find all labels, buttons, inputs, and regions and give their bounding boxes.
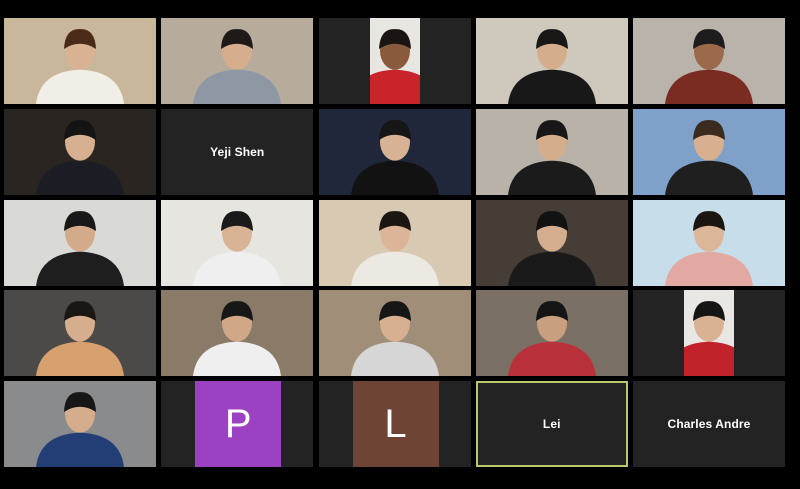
video-feed: [4, 290, 156, 377]
video-feed: [369, 18, 420, 104]
video-feed: [161, 18, 314, 104]
participant-tile[interactable]: L: [318, 381, 471, 467]
participant-tile[interactable]: [633, 290, 785, 377]
video-feed: [161, 290, 314, 377]
participant-name: Lei: [542, 417, 561, 431]
participant-tile[interactable]: [318, 290, 471, 377]
video-feed: [633, 18, 785, 104]
participant-tile[interactable]: [475, 199, 628, 286]
participant-tile[interactable]: [161, 290, 314, 377]
video-feed: [161, 199, 314, 286]
participant-tile[interactable]: [475, 108, 628, 195]
video-feed: [475, 18, 628, 104]
video-feed: [4, 199, 156, 286]
participant-tile[interactable]: [4, 18, 156, 104]
participant-tile[interactable]: [4, 290, 156, 377]
participant-tile[interactable]: [633, 199, 785, 286]
video-feed: [4, 18, 156, 104]
participant-tile[interactable]: [633, 18, 785, 104]
portrait-video-box: [369, 18, 420, 104]
participant-name: Charles Andre: [667, 417, 751, 431]
video-feed: [475, 108, 628, 195]
participant-tile[interactable]: Charles Andre: [633, 381, 785, 467]
gallery-view: Yeji Shen P L Lei Charles Andre: [4, 18, 785, 467]
participant-tile[interactable]: [4, 381, 156, 467]
video-feed: [475, 290, 628, 377]
participant-tile[interactable]: [318, 18, 471, 104]
video-feed: [4, 108, 156, 195]
video-feed: [318, 199, 471, 286]
participant-tile[interactable]: P: [161, 381, 314, 467]
video-feed: [633, 108, 785, 195]
participant-name: Yeji Shen: [210, 144, 265, 159]
video-feed: [633, 199, 785, 286]
participant-tile[interactable]: [318, 108, 471, 195]
participant-tile[interactable]: Lei: [475, 381, 628, 467]
avatar-initial: P: [195, 381, 282, 467]
participant-tile[interactable]: [161, 199, 314, 286]
avatar-initial: L: [352, 381, 439, 467]
video-feed: [318, 108, 471, 195]
participant-tile[interactable]: [4, 199, 156, 286]
video-feed: [318, 290, 471, 377]
participant-tile[interactable]: [161, 18, 314, 104]
video-feed: [475, 199, 628, 286]
participant-tile[interactable]: [4, 108, 156, 195]
participant-tile[interactable]: [475, 290, 628, 377]
participant-tile[interactable]: [318, 199, 471, 286]
participant-tile[interactable]: Yeji Shen: [161, 108, 314, 195]
participant-tile[interactable]: [475, 18, 628, 104]
participant-tile[interactable]: [633, 108, 785, 195]
video-feed: [4, 381, 156, 467]
portrait-video-box: [684, 290, 734, 377]
video-feed: [684, 290, 734, 377]
